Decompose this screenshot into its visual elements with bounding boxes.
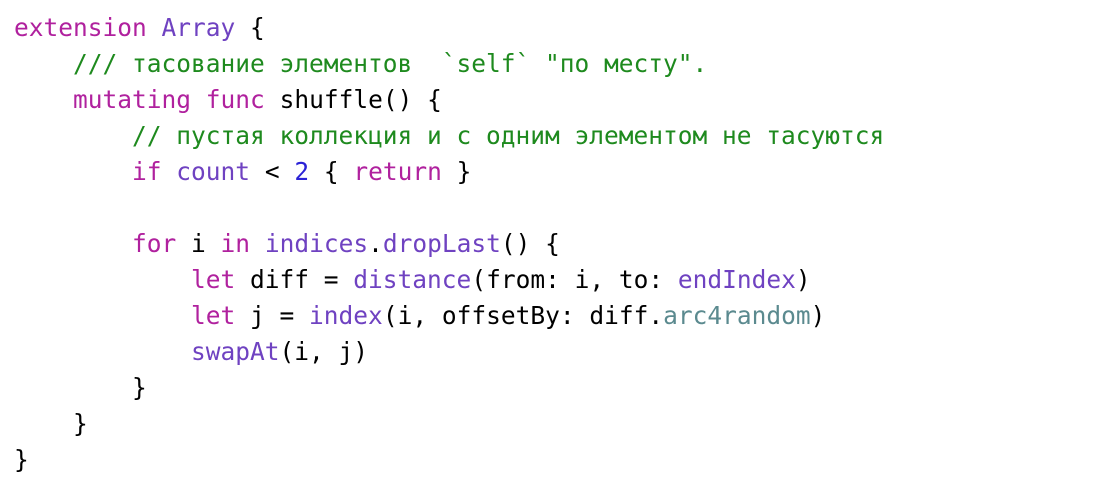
- code-token-plain: i: [176, 229, 221, 258]
- code-token-type: endIndex: [677, 265, 796, 294]
- code-editor: extension Array { /// тасование элементо…: [0, 0, 1094, 480]
- code-line: mutating func shuffle() {: [14, 82, 1094, 118]
- code-line: }: [14, 406, 1094, 442]
- code-token-plain: ): [810, 301, 826, 330]
- code-line: let diff = distance(from: i, to: endInde…: [14, 262, 1094, 298]
- code-token-method: arc4random: [663, 301, 811, 330]
- code-token-kw: return: [353, 157, 442, 186]
- code-line: let j = index(i, offsetBy: diff.arc4rand…: [14, 298, 1094, 334]
- code-token-plain: .: [368, 229, 383, 258]
- code-line: /// тасование элементов `self` "по месту…: [14, 46, 1094, 82]
- code-token-plain: () {: [500, 229, 560, 258]
- code-token-type: indices: [264, 229, 369, 258]
- code-line: }: [14, 370, 1094, 406]
- code-token-type: distance: [353, 265, 472, 294]
- code-token-plain: (i, offsetBy: diff.: [382, 301, 664, 330]
- code-token-kw: let: [191, 265, 236, 294]
- code-token-kw: let: [191, 301, 236, 330]
- code-token-plain: (i, j): [279, 337, 369, 366]
- code-token-comment: // пустая коллекция и с одним элементом …: [132, 121, 885, 150]
- code-token-kw: func: [205, 85, 265, 114]
- code-token-kw: mutating: [73, 85, 192, 114]
- code-token-plain: {: [235, 13, 265, 42]
- code-token-plain: }: [441, 157, 472, 186]
- code-token-kw: for: [132, 229, 177, 258]
- code-token-plain: j =: [235, 301, 310, 330]
- code-token-comment: /// тасование элементов `self` "по месту…: [73, 49, 708, 78]
- code-token-type: swapAt: [191, 337, 280, 366]
- code-token-plain: diff =: [235, 265, 354, 294]
- code-block: extension Array { /// тасование элементо…: [14, 10, 1094, 478]
- code-token-plain: shuffle() {: [264, 85, 442, 114]
- code-token-plain: }: [132, 373, 147, 402]
- code-token-plain: }: [73, 409, 88, 438]
- code-token-kw: in: [220, 229, 251, 258]
- code-token-type: dropLast: [382, 229, 501, 258]
- code-token-type: index: [309, 301, 383, 330]
- code-token-plain: ): [795, 265, 811, 294]
- code-token-plain: {: [309, 157, 354, 186]
- code-token-kw: if: [132, 157, 162, 186]
- code-line: if count < 2 { return }: [14, 154, 1094, 190]
- code-line: extension Array {: [14, 10, 1094, 46]
- code-token-kw: extension: [14, 13, 147, 42]
- code-line: // пустая коллекция и с одним элементом …: [14, 118, 1094, 154]
- code-line: swapAt(i, j): [14, 334, 1094, 370]
- code-line: }: [14, 442, 1094, 478]
- code-token-plain: }: [14, 445, 29, 474]
- code-token-plain: <: [250, 157, 295, 186]
- code-token-type: count: [176, 157, 251, 186]
- code-line: for i in indices.dropLast() {: [14, 226, 1094, 262]
- code-token-plain: (from: i, to:: [471, 265, 678, 294]
- code-token-type: Array: [161, 13, 236, 42]
- code-token-num: 2: [294, 157, 310, 186]
